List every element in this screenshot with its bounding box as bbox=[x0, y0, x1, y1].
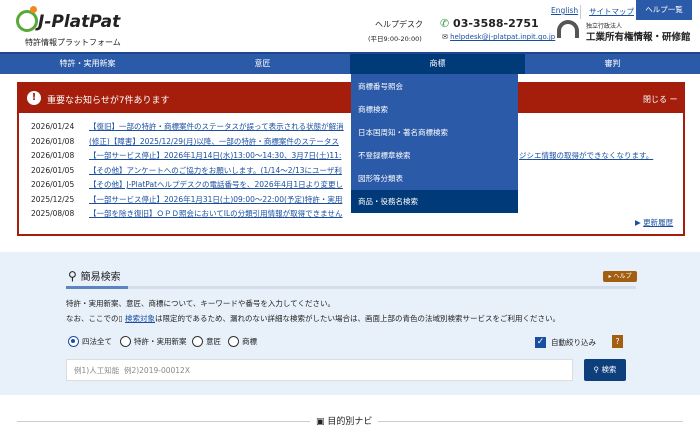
notice-row: 2026/01/05 【その他】J-PlatPatヘルプデスクの電話番号を、202… bbox=[31, 179, 343, 190]
notice-date: 2026/01/08 bbox=[31, 136, 75, 146]
inpit-logo bbox=[557, 20, 579, 38]
search-description: 特許・実用新案、意匠、商標について、キーワードや番号を入力してください。 bbox=[66, 299, 335, 308]
play-icon: ▶ bbox=[635, 218, 644, 227]
notice-link[interactable]: 【その他】アンケートへのご協力をお願いします。(1/14～2/13にユーザ利 bbox=[89, 166, 342, 175]
search-title: ⚲ 簡易検索 bbox=[68, 268, 121, 283]
notice-date: 2025/12/25 bbox=[31, 194, 75, 204]
menu-item[interactable]: 図形等分類表 bbox=[351, 167, 518, 190]
main-nav: 特許・実用新案 意匠 商標 審判 bbox=[0, 52, 700, 74]
notice-row: 2026/01/24 【復旧】一部の特許・商標案件のステータスが誤って表示される状… bbox=[31, 121, 344, 132]
question-icon[interactable]: ? bbox=[612, 335, 623, 348]
tab-patent[interactable]: 特許・実用新案 bbox=[0, 54, 175, 74]
notice-link[interactable]: 【一部サービス停止】2026年1月31日(土)09:00～22:00(予定)特許… bbox=[89, 195, 342, 204]
notice-row: 2026/01/08 (修正)【障害】2025/12/29(月)以降、一部の特許・… bbox=[31, 136, 339, 147]
phone-number: ✆ 03-3588-2751 bbox=[440, 17, 539, 30]
notice-link[interactable]: 【その他】J-PlatPatヘルプデスクの電話番号を、2026年4月1日より変更… bbox=[89, 180, 343, 189]
search-input[interactable] bbox=[66, 359, 573, 381]
notice-date: 2026/01/05 bbox=[31, 165, 75, 175]
notice-date: 2025/08/08 bbox=[31, 209, 75, 218]
radio-button[interactable] bbox=[192, 336, 203, 347]
mail-icon: ✉ bbox=[442, 33, 451, 41]
checkbox[interactable]: ✓ bbox=[535, 337, 546, 348]
org-name: 工業所有権情報・研修館 bbox=[586, 32, 691, 43]
radio-button[interactable] bbox=[68, 336, 79, 347]
menu-item[interactable]: 商品・役務名検索 bbox=[351, 190, 518, 213]
logo-dot bbox=[30, 6, 37, 13]
search-button[interactable]: ⚲ 検索 bbox=[584, 359, 626, 381]
logo-subtitle: 特許情報プラットフォーム bbox=[25, 38, 121, 47]
alert-icon: ! bbox=[27, 91, 41, 105]
divider bbox=[580, 5, 581, 19]
notice-row: 2025/12/25 【一部サービス停止】2026年1月31日(土)09:00～2… bbox=[31, 194, 342, 205]
purpose-navi-heading[interactable]: ▣ 目的別ナビ bbox=[310, 414, 379, 427]
history-text[interactable]: 更新履歴 bbox=[643, 218, 673, 227]
notice-link[interactable]: (修正)【障害】2025/12/29(月)以降、一部の特許・商標案件のステータス bbox=[89, 137, 339, 146]
title-underline bbox=[66, 286, 128, 289]
search-note: なお、ここでの▯ 検索対象は限定的であるため、漏れのない詳細な検索がしたい場合は… bbox=[66, 314, 560, 323]
help-button[interactable]: ▸ ヘルプ bbox=[603, 271, 637, 282]
divider bbox=[66, 286, 636, 289]
document-icon: ▯ bbox=[118, 314, 123, 323]
book-search-icon: ▣ bbox=[316, 417, 328, 427]
close-button[interactable]: 閉じる ー bbox=[643, 94, 678, 105]
notice-date: 2026/01/08 bbox=[31, 151, 75, 160]
search-target-link[interactable]: 検索対象 bbox=[125, 314, 155, 323]
menu-item[interactable]: 不登録標章検索 bbox=[351, 144, 518, 167]
radio-button[interactable] bbox=[228, 336, 239, 347]
auto-filter-checkbox[interactable]: ✓ 自動絞り込み bbox=[535, 337, 596, 348]
helpdesk-hours: (平日9:00-20:00) bbox=[368, 35, 422, 43]
notice-row: 2026/01/05 【その他】アンケートへのご協力をお願いします。(1/14～2… bbox=[31, 165, 342, 176]
search-icon: ⚲ bbox=[68, 269, 81, 283]
notice-link[interactable]: 【復旧】一部の特許・商標案件のステータスが誤って表示される状態が解消 bbox=[89, 122, 344, 131]
notice-row: 2026/01/08 【一部サービス停止】2026年1月14日(水)13:00～1… bbox=[31, 150, 653, 161]
email[interactable]: ✉ helpdesk@j-platpat.inpit.go.jp bbox=[442, 33, 555, 41]
logo-mark bbox=[16, 10, 38, 32]
notice-link[interactable]: 【一部を除き復旧】ＯＰＤ照会においてILの分類引用情報が取得できません bbox=[89, 209, 342, 218]
menu-item[interactable]: 日本国周知・著名商標検索 bbox=[351, 121, 518, 144]
menu-item[interactable]: 商標番号照会 bbox=[351, 75, 518, 98]
notice-date: 2026/01/24 bbox=[31, 122, 75, 131]
notice-title: 重要なお知らせが7件あります bbox=[47, 96, 170, 106]
tab-design[interactable]: 意匠 bbox=[175, 54, 350, 74]
notice-link[interactable]: 【一部サービス停止】2026年1月14日(水)13:00～14:30、3月7日(… bbox=[89, 151, 341, 160]
phone-icon: ✆ bbox=[440, 17, 454, 30]
radio-design[interactable]: 意匠 bbox=[192, 336, 221, 347]
notice-date: 2026/01/05 bbox=[31, 180, 75, 189]
radio-patent[interactable]: 特許・実用新案 bbox=[120, 336, 187, 347]
help-list-button[interactable]: ヘルプ一覧 bbox=[636, 0, 692, 20]
radio-all[interactable]: 四法全て bbox=[68, 336, 112, 347]
tab-appeal[interactable]: 審判 bbox=[525, 54, 700, 74]
notice-row: 2025/08/08 【一部を除き復旧】ＯＰＤ照会においてILの分類引用情報が取得… bbox=[31, 208, 342, 219]
history-link[interactable]: ▶ 更新履歴 bbox=[635, 217, 673, 228]
tab-trademark[interactable]: 商標 bbox=[350, 54, 525, 74]
sitemap-link[interactable]: サイトマップ bbox=[589, 6, 634, 17]
search-title-text: 簡易検索 bbox=[80, 272, 121, 283]
notice-link-tail[interactable]: ジシエ情報の取得ができなくなります。 bbox=[519, 150, 653, 161]
radio-trademark[interactable]: 商標 bbox=[228, 336, 257, 347]
trademark-dropdown: 商標番号照会 商標検索 日本国周知・著名商標検索 不登録標章検索 図形等分類表 … bbox=[351, 74, 518, 213]
logo[interactable]: J-PlatPat bbox=[38, 12, 120, 32]
phone-text: 03-3588-2751 bbox=[453, 17, 539, 30]
email-link[interactable]: helpdesk@j-platpat.inpit.go.jp bbox=[450, 33, 555, 41]
menu-item[interactable]: 商標検索 bbox=[351, 98, 518, 121]
radio-button[interactable] bbox=[120, 336, 131, 347]
english-link[interactable]: English bbox=[551, 6, 578, 15]
helpdesk-label: ヘルプデスク bbox=[375, 20, 423, 29]
